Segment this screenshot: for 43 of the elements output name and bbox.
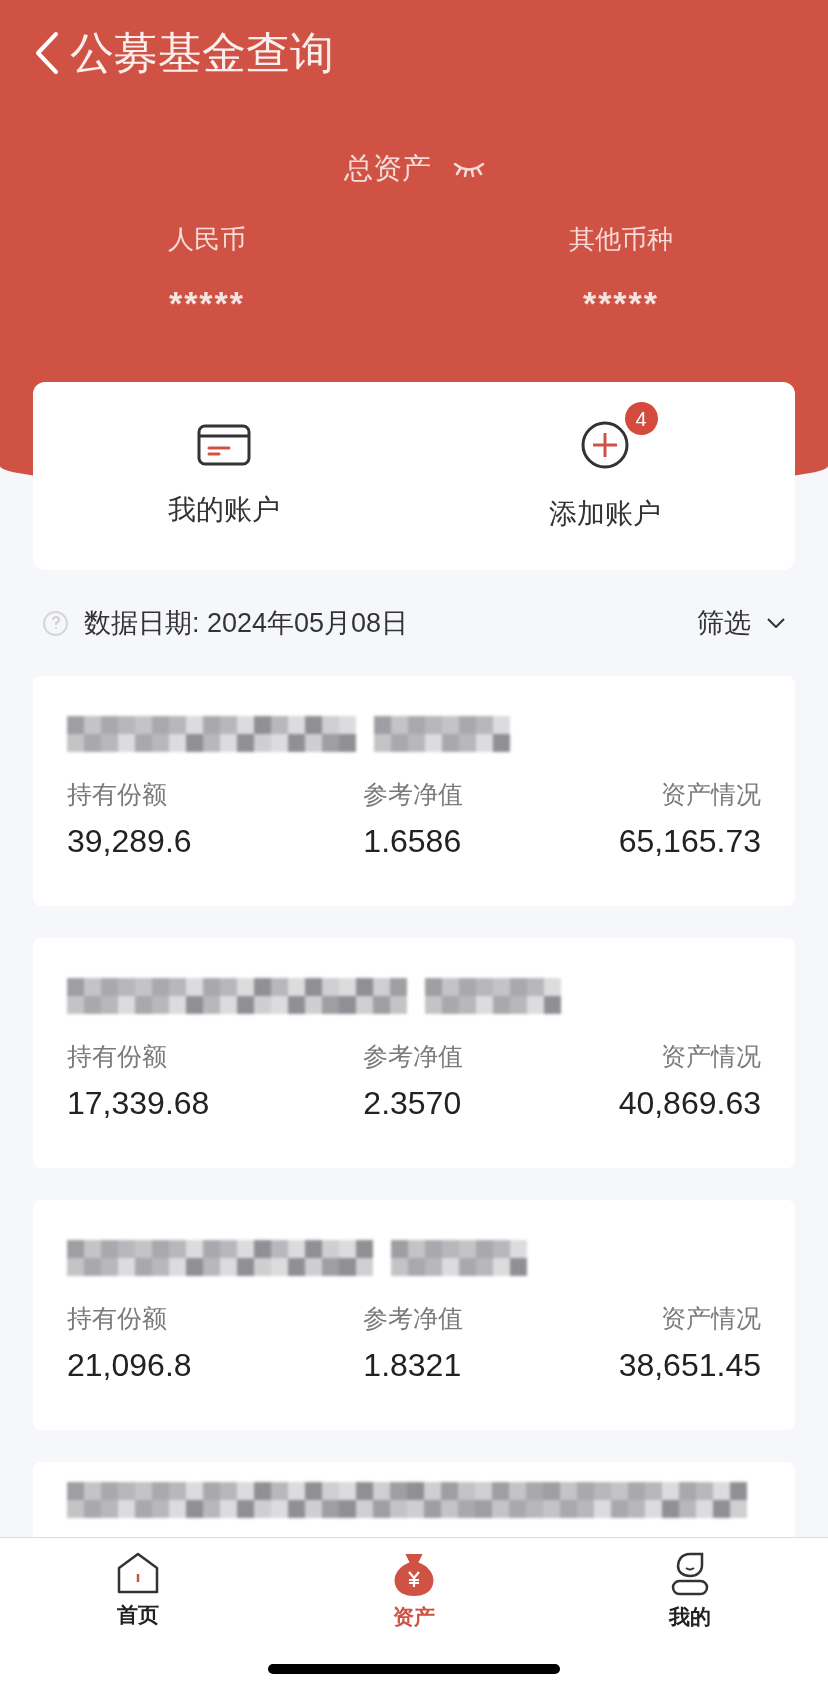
fund-card[interactable]: 持有份额 17,339.68 参考净值 2.3570 资产情况 40,869.63 [33, 938, 795, 1168]
column-value: 65,165.73 [618, 822, 761, 861]
card-icon [196, 424, 251, 466]
column-label: 持有份额 [67, 1303, 167, 1334]
column-label: 参考净值 [363, 1303, 464, 1334]
column-value: 39,289.6 [67, 822, 192, 861]
nav-tab[interactable]: 我的 [552, 1552, 828, 1632]
column-label: 资产情况 [661, 779, 761, 810]
nav-tab[interactable]: 首页 [0, 1552, 276, 1632]
column-label: 持有份额 [67, 779, 167, 810]
column-label: 参考净值 [363, 779, 464, 810]
column-value: 17,339.68 [67, 1084, 210, 1123]
column-label: 资产情况 [661, 1041, 761, 1072]
fund-card[interactable]: 持有份额 39,289.6 参考净值 1.6586 资产情况 65,165.73 [33, 676, 795, 906]
account-action-button[interactable]: 我的账户 [33, 382, 414, 570]
data-date: 数据日期: 2024年05月08日 [84, 606, 409, 640]
column-label: 参考净值 [363, 1041, 464, 1072]
currency-label: 人民币 [168, 222, 246, 256]
filter-dropdown[interactable]: 筛选 [697, 602, 785, 644]
closed-eye-icon[interactable] [452, 160, 485, 177]
home-icon [116, 1552, 160, 1594]
column-value: 1.8321 [363, 1346, 462, 1385]
back-icon[interactable] [34, 30, 60, 75]
plus-circle-icon [579, 420, 630, 470]
nav-tab[interactable]: 资产 [276, 1552, 552, 1632]
column-value: 1.6586 [363, 822, 462, 861]
column-value: 38,651.45 [618, 1346, 761, 1385]
fund-card[interactable]: 持有份额 21,096.8 参考净值 1.8321 资产情况 38,651.45 [33, 1200, 795, 1430]
user-icon [670, 1552, 710, 1596]
column-value: 40,869.63 [618, 1084, 761, 1123]
column-label: 资产情况 [661, 1303, 761, 1334]
account-action-button[interactable]: 4 添加账户 [414, 382, 795, 570]
count-badge: 4 [624, 402, 658, 435]
currency-value: ***** [168, 282, 246, 323]
column-label: 持有份额 [67, 1041, 167, 1072]
page-title: 公募基金查询 [70, 26, 334, 79]
currency-label: 其他币种 [569, 222, 673, 256]
chevron-down-icon [767, 618, 785, 628]
total-assets-label: 总资产 [343, 151, 431, 186]
column-value: 2.3570 [363, 1084, 462, 1123]
money-bag-icon [392, 1552, 436, 1596]
column-value: 21,096.8 [67, 1346, 192, 1385]
currency-value: ***** [582, 282, 660, 323]
